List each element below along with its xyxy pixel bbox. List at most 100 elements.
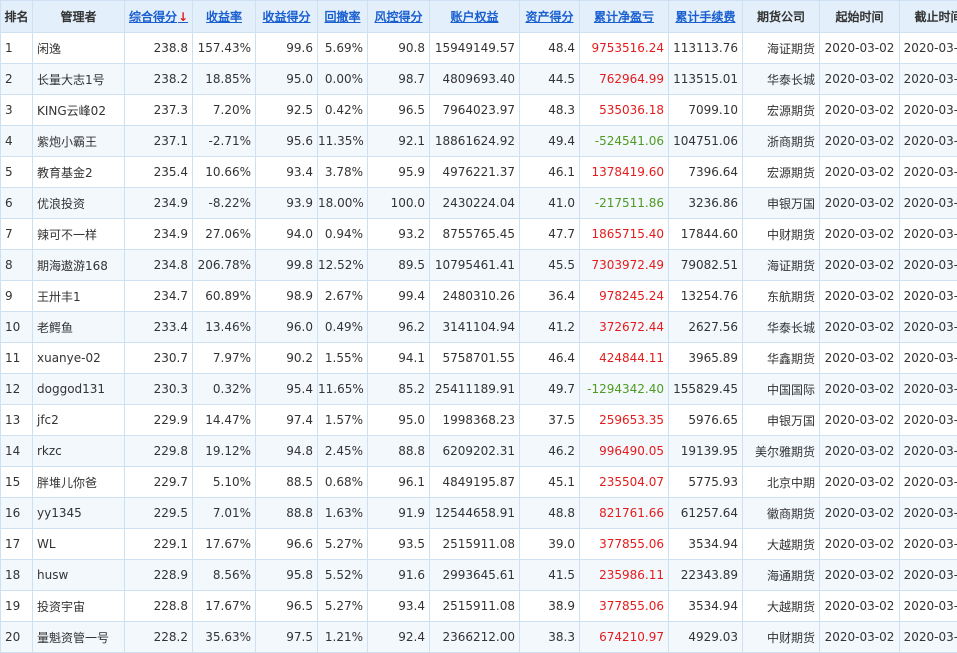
cell-futures-company: 徽商期货 (743, 498, 820, 529)
cell-manager[interactable]: WL (33, 529, 125, 560)
cell-manager[interactable]: 胖堆儿你爸 (33, 467, 125, 498)
sort-down-icon: ↓ (178, 10, 188, 24)
cell-return-rate: 5.10% (193, 467, 256, 498)
cell-manager[interactable]: 优浪投资 (33, 188, 125, 219)
cell-manager[interactable]: doggod131 (33, 374, 125, 405)
cell-return-rate: -8.22% (193, 188, 256, 219)
cell-manager[interactable]: 长量大志1号 (33, 64, 125, 95)
cell-fees: 3534.94 (669, 591, 743, 622)
cell-equity: 2993645.61 (430, 560, 520, 591)
cell-asset-score: 39.0 (520, 529, 580, 560)
cell-return-score: 88.5 (256, 467, 318, 498)
cell-asset-score: 38.3 (520, 622, 580, 653)
cell-rank: 10 (1, 312, 33, 343)
cell-manager[interactable]: yy1345 (33, 498, 125, 529)
col-end-time-header: 截止时间 (900, 1, 957, 33)
cell-fees: 79082.51 (669, 250, 743, 281)
cell-risk-score: 95.9 (368, 157, 430, 188)
col-fees-header[interactable]: 累计手续费 (669, 1, 743, 33)
cell-fees: 3965.89 (669, 343, 743, 374)
cell-return-rate: 18.85% (193, 64, 256, 95)
cell-return-score: 96.6 (256, 529, 318, 560)
cell-rank: 4 (1, 126, 33, 157)
col-asset-score-header[interactable]: 资产得分 (520, 1, 580, 33)
cell-manager[interactable]: 投资宇宙 (33, 591, 125, 622)
cell-return-score: 93.4 (256, 157, 318, 188)
col-risk-score-header[interactable]: 风控得分 (368, 1, 430, 33)
cell-return-score: 88.8 (256, 498, 318, 529)
cell-manager[interactable]: husw (33, 560, 125, 591)
cell-fees: 104751.06 (669, 126, 743, 157)
cell-return-rate: 60.89% (193, 281, 256, 312)
cell-return-score: 96.0 (256, 312, 318, 343)
cell-futures-company: 中财期货 (743, 219, 820, 250)
cell-manager[interactable]: 王卅丰1 (33, 281, 125, 312)
cell-asset-score: 41.0 (520, 188, 580, 219)
cell-futures-company: 华鑫期货 (743, 343, 820, 374)
col-drawdown-header[interactable]: 回撤率 (318, 1, 368, 33)
cell-start-time: 2020-03-02 (820, 312, 900, 343)
cell-net-pnl: 377855.06 (580, 529, 669, 560)
cell-rank: 7 (1, 219, 33, 250)
cell-fees: 2627.56 (669, 312, 743, 343)
cell-equity: 18861624.92 (430, 126, 520, 157)
cell-start-time: 2020-03-02 (820, 250, 900, 281)
cell-total-score: 229.1 (125, 529, 193, 560)
cell-end-time: 2020-03-13 (900, 188, 957, 219)
total-score-label: 综合得分 (129, 10, 177, 24)
cell-fees: 5976.65 (669, 405, 743, 436)
cell-rank: 2 (1, 64, 33, 95)
table-row: 12doggod131230.30.32%95.411.65%85.225411… (1, 374, 957, 405)
table-row: 18husw228.98.56%95.85.52%91.62993645.614… (1, 560, 957, 591)
cell-net-pnl: 9753516.24 (580, 33, 669, 64)
cell-drawdown: 5.52% (318, 560, 368, 591)
cell-futures-company: 海证期货 (743, 33, 820, 64)
cell-manager[interactable]: 老鳄鱼 (33, 312, 125, 343)
col-total-score-header[interactable]: 综合得分↓ (125, 1, 193, 33)
ranking-table: 排名 管理者 综合得分↓ 收益率 收益得分 回撤率 风控得分 账户权益 资产得分… (0, 0, 957, 653)
table-row: 11xuanye-02230.77.97%90.21.55%94.1575870… (1, 343, 957, 374)
cell-manager[interactable]: 教育基金2 (33, 157, 125, 188)
col-rank-header: 排名 (1, 1, 33, 33)
col-net-pnl-header[interactable]: 累计净盈亏 (580, 1, 669, 33)
cell-return-rate: 27.06% (193, 219, 256, 250)
cell-return-score: 95.8 (256, 560, 318, 591)
header-row: 排名 管理者 综合得分↓ 收益率 收益得分 回撤率 风控得分 账户权益 资产得分… (1, 1, 957, 33)
cell-total-score: 237.3 (125, 95, 193, 126)
cell-manager[interactable]: rkzc (33, 436, 125, 467)
cell-risk-score: 96.2 (368, 312, 430, 343)
cell-risk-score: 100.0 (368, 188, 430, 219)
cell-rank: 16 (1, 498, 33, 529)
cell-manager[interactable]: jfc2 (33, 405, 125, 436)
cell-manager[interactable]: 量魁资管一号 (33, 622, 125, 653)
cell-end-time: 2020-03-13 (900, 157, 957, 188)
cell-asset-score: 48.8 (520, 498, 580, 529)
cell-return-rate: 13.46% (193, 312, 256, 343)
cell-risk-score: 91.9 (368, 498, 430, 529)
cell-rank: 15 (1, 467, 33, 498)
cell-drawdown: 12.52% (318, 250, 368, 281)
cell-futures-company: 中国国际 (743, 374, 820, 405)
cell-end-time: 2020-03-13 (900, 374, 957, 405)
cell-return-rate: 14.47% (193, 405, 256, 436)
cell-start-time: 2020-03-02 (820, 405, 900, 436)
cell-net-pnl: 674210.97 (580, 622, 669, 653)
cell-fees: 3534.94 (669, 529, 743, 560)
col-return-score-header[interactable]: 收益得分 (256, 1, 318, 33)
table-row: 4紫炮小霸王237.1-2.71%95.611.35%92.118861624.… (1, 126, 957, 157)
cell-return-score: 92.5 (256, 95, 318, 126)
cell-end-time: 2020-03-13 (900, 64, 957, 95)
cell-manager[interactable]: 闲逸 (33, 33, 125, 64)
cell-manager[interactable]: 紫炮小霸王 (33, 126, 125, 157)
col-return-rate-header[interactable]: 收益率 (193, 1, 256, 33)
cell-start-time: 2020-03-02 (820, 467, 900, 498)
cell-manager[interactable]: KING云峰02 (33, 95, 125, 126)
cell-manager[interactable]: xuanye-02 (33, 343, 125, 374)
cell-manager[interactable]: 辣可不一样 (33, 219, 125, 250)
cell-futures-company: 申银万国 (743, 188, 820, 219)
cell-manager[interactable]: 期海遨游168 (33, 250, 125, 281)
cell-asset-score: 45.1 (520, 467, 580, 498)
col-equity-header[interactable]: 账户权益 (430, 1, 520, 33)
cell-return-rate: 157.43% (193, 33, 256, 64)
cell-net-pnl: 235504.07 (580, 467, 669, 498)
